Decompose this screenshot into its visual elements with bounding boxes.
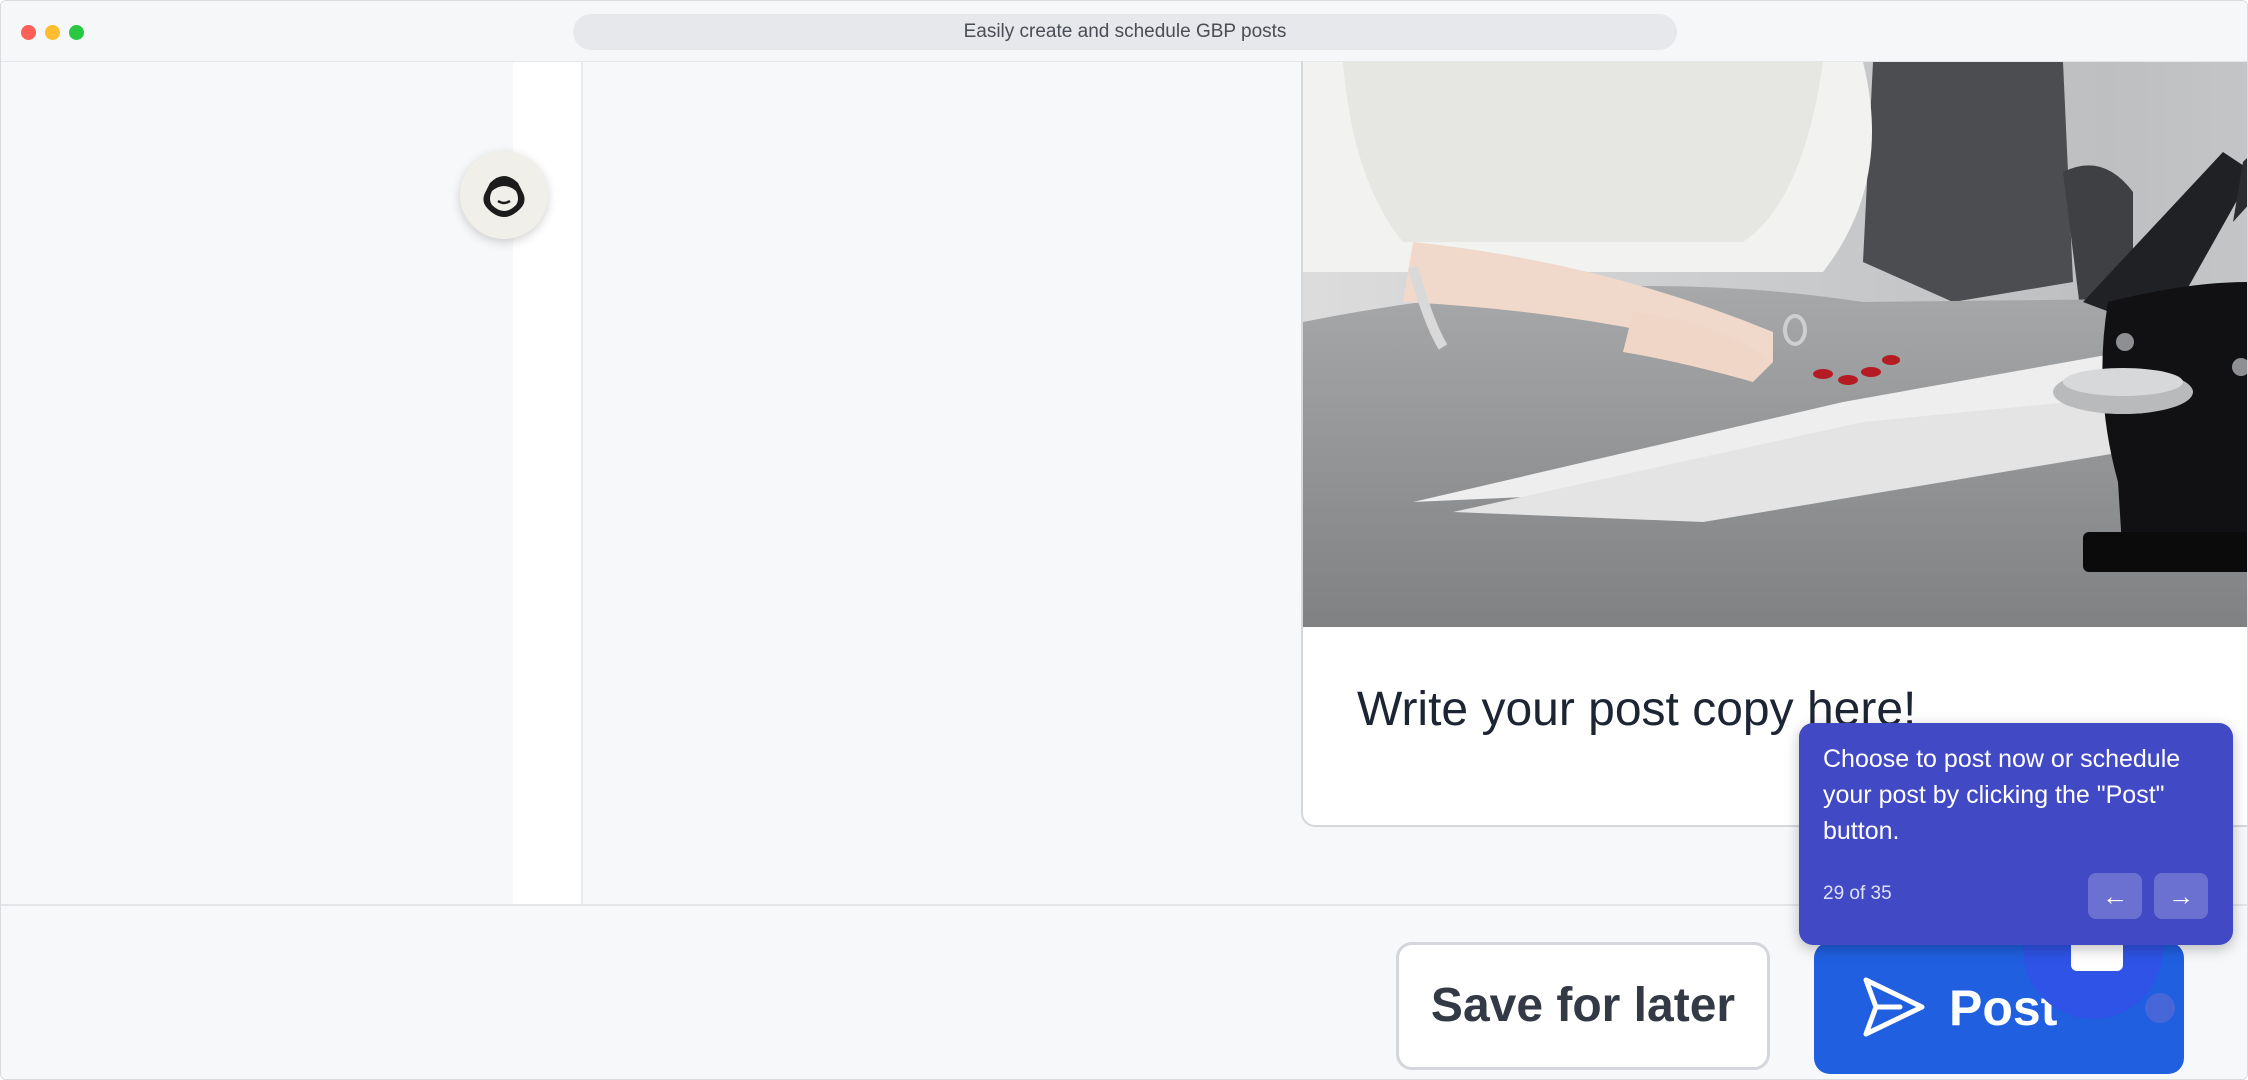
close-window-button[interactable] (21, 25, 36, 40)
maximize-window-button[interactable] (69, 25, 84, 40)
browser-window: Easily create and schedule GBP posts Wri… (0, 0, 2248, 1080)
tour-previous-button[interactable]: ← (2088, 873, 2142, 919)
tour-progress: 29 of 35 (1823, 883, 1892, 904)
assistant-face-icon (483, 176, 525, 217)
tour-tooltip: Choose to post now or schedule your post… (1799, 723, 2233, 945)
send-icon (1863, 977, 1925, 1037)
tour-message: Choose to post now or schedule your post… (1823, 745, 2181, 845)
left-panel (1, 62, 513, 888)
tour-next-button[interactable]: → (2154, 873, 2208, 919)
save-for-later-button[interactable]: Save for later (1396, 942, 1770, 1070)
minimize-window-button[interactable] (45, 25, 60, 40)
chat-notification-dot (2145, 993, 2175, 1023)
assistant-avatar-button[interactable] (460, 151, 548, 239)
post-image (1303, 62, 2247, 627)
arrow-right-icon: → (2168, 881, 2194, 911)
title-bar: Easily create and schedule GBP posts (1, 1, 2247, 62)
arrow-left-icon: ← (2102, 881, 2128, 911)
post-preview-card: Write your post copy here! (1301, 62, 2247, 827)
address-bar[interactable]: Easily create and schedule GBP posts (573, 14, 1677, 50)
